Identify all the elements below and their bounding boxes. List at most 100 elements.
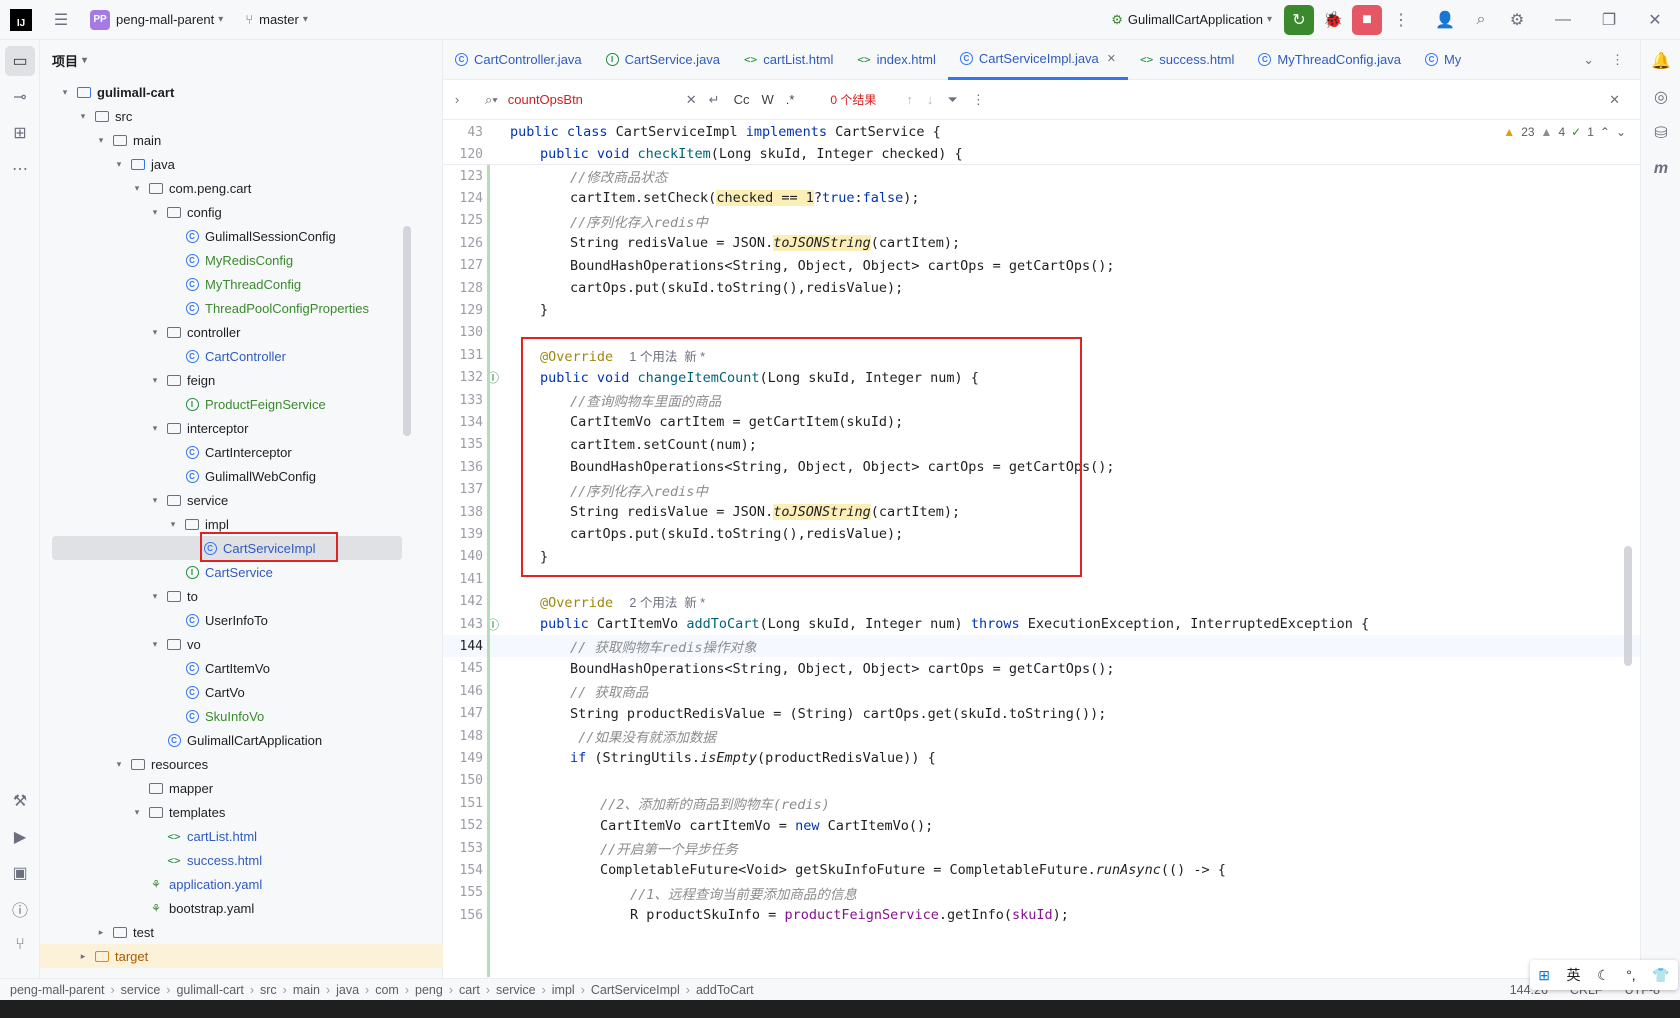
chevron-down-icon[interactable]: ▾ [76,111,90,122]
chevron-down-icon[interactable]: ▾ [148,207,162,218]
editor-tab[interactable]: C CartServiceImpl.java ✕ [947,40,1129,80]
tab-more-icon[interactable]: ⋮ [1611,52,1624,68]
chevron-right-icon[interactable]: ▸ [94,927,108,938]
code-line[interactable]: 124 cartItem.setCheck(checked == 1?true:f… [443,187,1640,209]
tree-row[interactable]: mapper [40,776,443,800]
notifications-bell-icon[interactable]: 🔔 [1646,46,1676,76]
code-line[interactable]: 152 CartItemVo cartItemVo = new CartItemV… [443,815,1640,837]
breadcrumb-item[interactable]: java [336,983,359,997]
tree-row[interactable]: ▾ java [40,152,443,176]
chevron-down-icon[interactable]: ▾ [112,759,126,770]
expand-replace-icon[interactable]: › [443,92,471,107]
stop-button[interactable]: ■ [1352,4,1382,35]
settings-gear-icon[interactable]: ⚙ [1502,5,1532,35]
tree-row[interactable]: ▾ interceptor [40,416,443,440]
build-hammer-icon[interactable]: ⚒ [5,786,35,816]
match-case-toggle[interactable]: Cc [734,92,750,107]
more-options-icon[interactable]: ⋮ [972,92,985,108]
breadcrumb-item[interactable]: gulimall-cart [176,983,243,997]
database-icon[interactable]: ⛁ [1646,118,1676,148]
chevron-down-icon[interactable]: ▾ [148,591,162,602]
chevron-down-icon[interactable]: ▾ [58,87,72,98]
code-line[interactable]: 128 cartOps.put(skuId.toString(),redisVal… [443,277,1640,299]
editor-tab[interactable]: C MyThreadConfig.java [1246,40,1413,80]
code-line[interactable]: 43 public class CartServiceImpl implement… [443,121,1640,143]
chevron-down-icon[interactable]: ▾ [148,495,162,506]
project-switcher[interactable]: PP peng-mall-parent ▾ [84,0,229,40]
ime-toolbar[interactable]: ⊞ 英 ☾ °, 👕 [1530,960,1678,990]
clear-search-icon[interactable]: ✕ [686,92,697,108]
editor-tab[interactable]: I CartService.java [594,40,732,80]
chevron-down-icon[interactable]: ▾ [148,423,162,434]
breadcrumb-item[interactable]: com [375,983,399,997]
code-editor[interactable]: 43 public class CartServiceImpl implement… [443,121,1640,977]
code-line[interactable]: 144 // 获取购物车redis操作对象 [443,635,1640,658]
tree-row[interactable]: C MyRedisConfig [40,248,443,272]
code-line[interactable]: 143 Ⓘpublic CartItemVo addToCart(Long sku… [443,613,1640,635]
tree-row[interactable]: I CartService [40,560,443,584]
code-line[interactable]: 120 public void checkItem(Long skuId, Int… [443,143,1640,165]
add-user-icon[interactable]: 👤 [1430,5,1460,35]
tree-row[interactable]: ▾ vo [40,632,443,656]
tree-row[interactable]: <> success.html [40,848,443,872]
code-line[interactable]: 153 //开启第一个异步任务 [443,837,1640,859]
tree-scrollbar[interactable] [403,226,411,436]
tree-row[interactable]: C MyThreadConfig [40,272,443,296]
debug-button[interactable]: 🐞 [1318,5,1348,35]
tree-row[interactable]: <> cartList.html [40,824,443,848]
code-line[interactable]: 156 R productSkuInfo = productFeignServic… [443,904,1640,926]
tree-row[interactable]: C SkuInfoVo [40,704,443,728]
terminal-icon[interactable]: ▣ [5,858,35,888]
code-line[interactable]: 127 BoundHashOperations<String, Object, O… [443,255,1640,277]
breadcrumb-item[interactable]: peng-mall-parent [10,983,105,997]
tree-row[interactable]: ⚘ bootstrap.yaml [40,896,443,920]
breadcrumb-item[interactable]: service [496,983,536,997]
inspection-widget[interactable]: ▲ 23 ▲ 4 ✓ 1 ⌃ ⌄ [1503,121,1626,143]
close-tab-icon[interactable]: ✕ [1107,52,1116,65]
tree-row[interactable]: C UserInfoTo [40,608,443,632]
breadcrumb-item[interactable]: addToCart [696,983,754,997]
tree-row[interactable]: ▾ resources [40,752,443,776]
filter-icon[interactable]: ⏷ [947,92,957,108]
tree-row[interactable]: ▾ controller [40,320,443,344]
chevron-right-icon[interactable]: ▸ [76,951,90,962]
code-line[interactable]: 125 //序列化存入redis中 [443,210,1640,232]
tree-row[interactable]: C CartServiceImpl [52,532,402,562]
tree-row[interactable]: C CartController [40,344,443,368]
run-config-selector[interactable]: ⚙ GulimallCartApplication ▾ [1105,0,1278,40]
maven-icon[interactable]: m [1646,154,1676,184]
tree-row[interactable]: C GulimallSessionConfig [40,224,443,248]
breadcrumb-item[interactable]: peng [415,983,443,997]
tree-row[interactable]: ▾ config [40,200,443,224]
tree-row[interactable]: ▾ service [40,488,443,512]
problems-icon[interactable]: ⓘ [5,894,35,924]
tree-row[interactable]: ▾ main [40,128,443,152]
close-window-button[interactable]: ✕ [1640,5,1670,35]
breadcrumb-item[interactable]: impl [552,983,575,997]
more-actions-icon[interactable]: ⋮ [1386,5,1416,35]
breadcrumb-item[interactable]: cart [459,983,480,997]
search-history-icon[interactable]: ⌕▾ [485,92,498,108]
tree-row[interactable]: ▾ com.peng.cart [40,176,443,200]
more-tools-icon[interactable]: ⋯ [5,154,35,184]
editor-tab[interactable]: <> success.html [1128,40,1246,80]
tree-row[interactable]: C CartVo [40,680,443,704]
chevron-down-icon[interactable]: ▾ [130,183,144,194]
code-line[interactable]: 145 BoundHashOperations<String, Object, O… [443,658,1640,680]
whole-word-toggle[interactable]: W [761,92,773,107]
prev-occurrence-icon[interactable]: ↑ [906,92,913,107]
tree-row[interactable]: ▾ to [40,584,443,608]
chevron-down-icon[interactable]: ▾ [94,135,108,146]
regex-toggle[interactable]: .* [786,92,795,107]
tree-row[interactable]: ▾ gulimall-cart [40,80,443,104]
services-icon[interactable]: ▶ [5,822,35,852]
code-line[interactable]: 146 // 获取商品 [443,680,1640,702]
code-line[interactable]: 142 @Override 2 个用法 新 * [443,591,1640,613]
chevron-down-icon[interactable]: ▾ [148,327,162,338]
code-line[interactable]: 148 //如果没有就添加数据 [443,725,1640,747]
search-input[interactable]: countOpsBtn [508,92,678,107]
tree-row[interactable]: C GulimallCartApplication [40,728,443,752]
tree-row[interactable]: C CartItemVo [40,656,443,680]
editor-scrollbar[interactable] [1624,546,1632,666]
branch-switcher[interactable]: ⑂ master ▾ [239,0,314,40]
